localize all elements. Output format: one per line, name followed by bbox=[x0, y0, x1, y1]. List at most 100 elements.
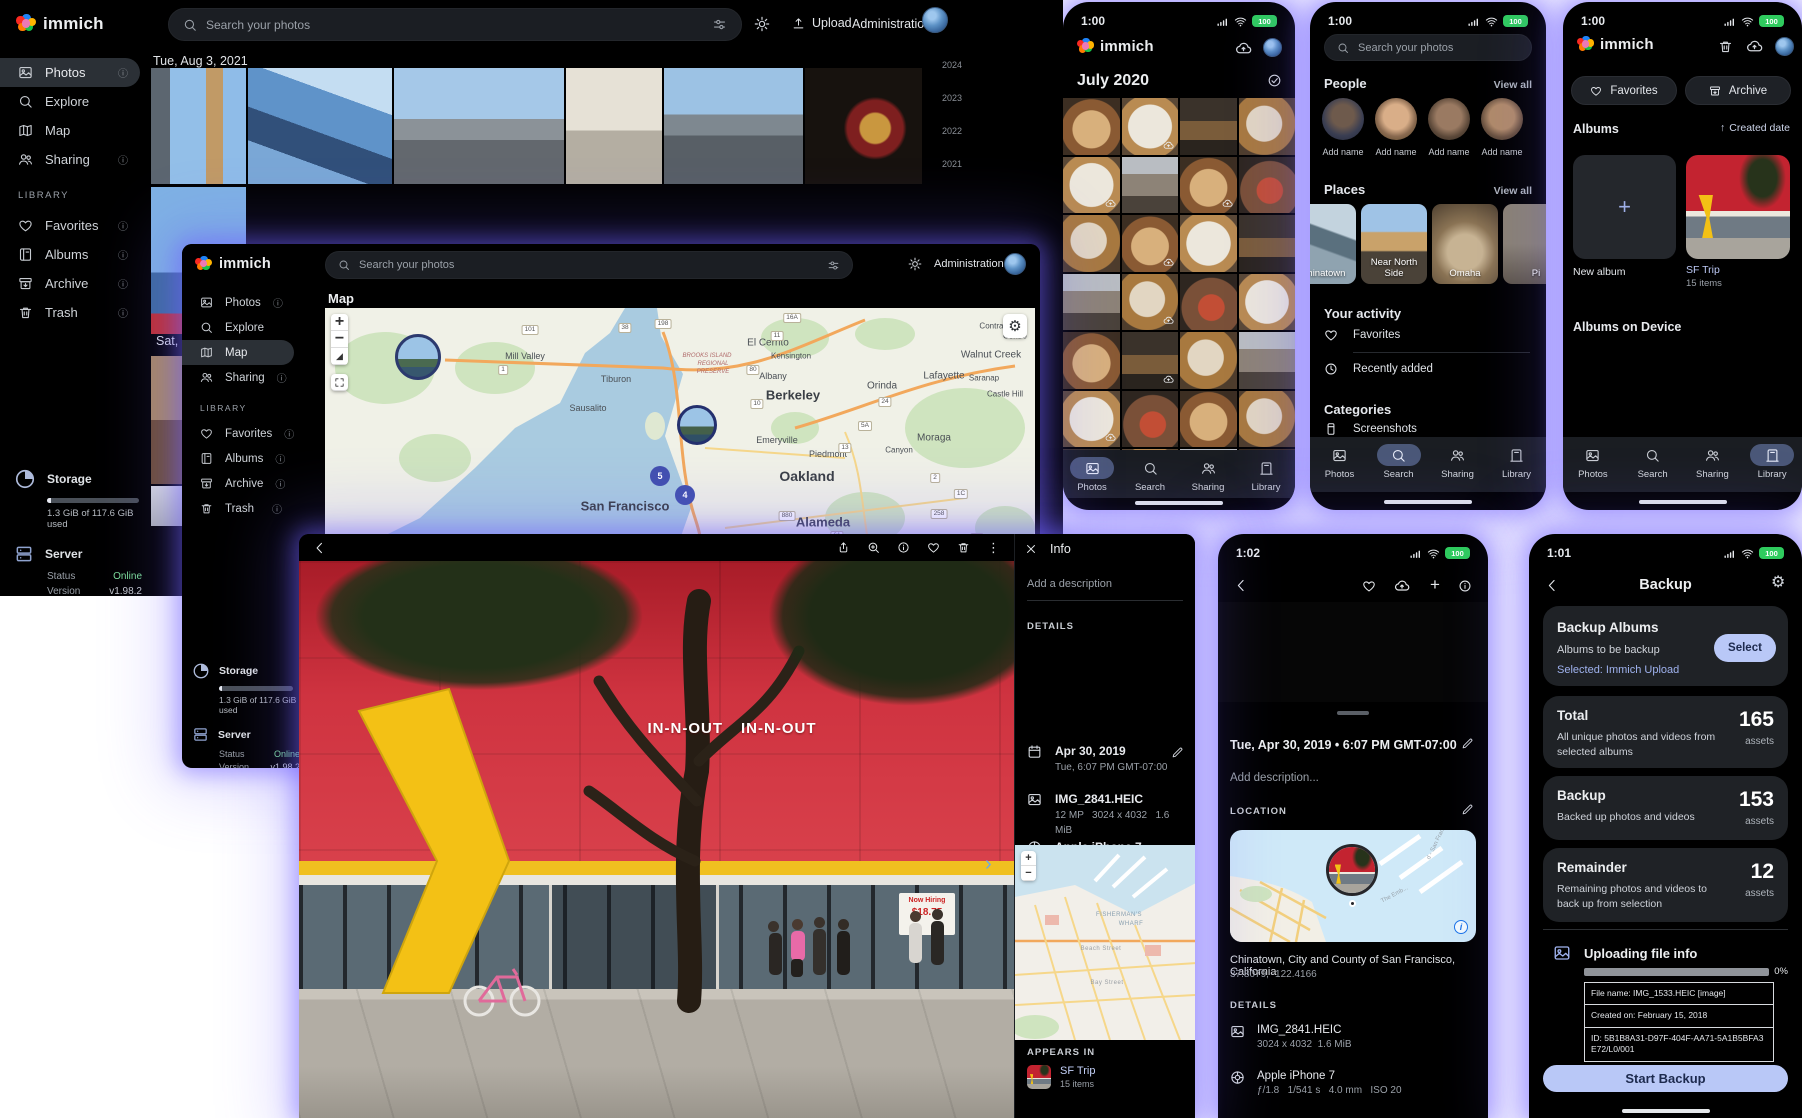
places-view-all-link[interactable]: View all bbox=[1494, 185, 1532, 197]
info-icon[interactable]: ⓘ bbox=[118, 65, 128, 80]
photo-thumbnail[interactable] bbox=[1063, 332, 1120, 389]
map-cluster-marker[interactable]: 4 bbox=[675, 485, 695, 505]
nav-item-library[interactable]: Library bbox=[1237, 450, 1295, 498]
photo-thumbnail[interactable] bbox=[1063, 274, 1120, 331]
photo-thumbnail[interactable] bbox=[1180, 391, 1237, 448]
person[interactable]: Add name bbox=[1375, 98, 1417, 157]
photo-thumbnail[interactable] bbox=[1239, 215, 1296, 272]
photo-thumbnail[interactable] bbox=[248, 68, 392, 184]
activity-recently-added[interactable]: Recently added bbox=[1324, 362, 1433, 376]
sheet-drag-handle[interactable] bbox=[1337, 711, 1369, 715]
info-icon[interactable]: ⓘ bbox=[284, 426, 294, 441]
user-avatar[interactable] bbox=[1775, 37, 1794, 56]
info-button[interactable] bbox=[897, 541, 910, 554]
nav-item-search[interactable]: Search bbox=[1369, 437, 1428, 492]
edit-button[interactable] bbox=[1171, 746, 1184, 759]
photo-thumbnail[interactable] bbox=[1239, 332, 1296, 389]
people-view-all-link[interactable]: View all bbox=[1494, 79, 1532, 91]
photo-thumbnail[interactable] bbox=[1180, 332, 1237, 389]
info-icon[interactable]: ⓘ bbox=[118, 276, 128, 291]
search-input[interactable]: Search your photos bbox=[325, 251, 853, 279]
nav-item-search[interactable]: Search bbox=[1121, 450, 1179, 498]
search-input[interactable]: Search your photos bbox=[1324, 34, 1532, 61]
add-to-album-button[interactable]: + bbox=[1430, 575, 1440, 595]
sidebar-item-explore[interactable]: Explore bbox=[182, 315, 294, 340]
home-indicator[interactable] bbox=[1135, 501, 1223, 505]
sidebar-item-map[interactable]: Map bbox=[0, 116, 140, 145]
settings-gear-icon[interactable]: ⚙ bbox=[1771, 575, 1785, 591]
nav-item-photos[interactable]: Photos bbox=[1063, 450, 1121, 498]
map-zoom-in-button[interactable]: + bbox=[331, 314, 348, 331]
photo-thumbnail[interactable] bbox=[1180, 98, 1237, 155]
sidebar-item-explore[interactable]: Explore bbox=[0, 87, 140, 116]
info-icon[interactable]: ⓘ bbox=[118, 247, 128, 262]
map-zoom-controls[interactable]: + − bbox=[1021, 851, 1036, 881]
photo-map-marker[interactable] bbox=[1326, 844, 1378, 896]
map-settings-button[interactable]: ⚙ bbox=[1003, 314, 1027, 338]
person[interactable]: Add name bbox=[1481, 98, 1523, 157]
photo-thumbnail[interactable] bbox=[1122, 274, 1179, 331]
add-name-label[interactable]: Add name bbox=[1481, 147, 1523, 157]
info-icon[interactable]: ⓘ bbox=[272, 501, 282, 516]
sidebar-item-albums[interactable]: Albumsⓘ bbox=[182, 446, 294, 471]
activity-favorites[interactable]: Favorites bbox=[1324, 328, 1400, 342]
sidebar-item-photos[interactable]: Photosⓘ bbox=[182, 290, 294, 315]
photo-preview[interactable] bbox=[1218, 602, 1488, 702]
close-info-button[interactable] bbox=[1025, 543, 1037, 555]
info-icon[interactable]: ⓘ bbox=[277, 370, 287, 385]
nav-item-photos[interactable]: Photos bbox=[1563, 437, 1623, 492]
back-button[interactable] bbox=[313, 541, 327, 555]
add-name-label[interactable]: Add name bbox=[1428, 147, 1470, 157]
photo-thumbnail[interactable] bbox=[151, 68, 246, 184]
more-options-icon[interactable]: ⋮ bbox=[987, 541, 1000, 554]
photo-thumbnail[interactable] bbox=[1063, 98, 1120, 155]
place-tile-pi[interactable]: Pi bbox=[1503, 204, 1546, 284]
select-albums-button[interactable]: Select bbox=[1714, 634, 1776, 662]
sidebar-item-archive[interactable]: Archiveⓘ bbox=[182, 471, 294, 496]
description-input[interactable]: Add description... bbox=[1230, 772, 1319, 784]
sidebar-item-trash[interactable]: Trashⓘ bbox=[182, 496, 294, 521]
location-map[interactable]: FISHERMAN'SWHARFBeach StreetBay Street +… bbox=[1015, 845, 1195, 1040]
favorite-button[interactable] bbox=[927, 541, 940, 554]
info-icon[interactable]: ⓘ bbox=[275, 451, 285, 466]
map-zoom-in-button[interactable]: + bbox=[1021, 851, 1036, 866]
map-zoom-out-button[interactable]: − bbox=[1021, 866, 1036, 881]
sidebar-item-photos[interactable]: Photosⓘ bbox=[0, 58, 140, 87]
next-photo-chevron[interactable]: › bbox=[985, 853, 992, 876]
info-icon[interactable]: ⓘ bbox=[118, 218, 128, 233]
map-compass-button[interactable]: ◢ bbox=[331, 348, 348, 365]
nav-item-search[interactable]: Search bbox=[1623, 437, 1683, 492]
home-indicator[interactable] bbox=[1384, 500, 1472, 504]
archive-button[interactable]: Archive bbox=[1685, 76, 1791, 105]
edit-date-button[interactable] bbox=[1461, 737, 1474, 750]
backup-cloud-icon[interactable] bbox=[1746, 38, 1763, 55]
home-indicator[interactable] bbox=[1622, 1109, 1710, 1113]
map-photo-marker[interactable] bbox=[677, 405, 717, 445]
nav-item-library[interactable]: Library bbox=[1742, 437, 1802, 492]
photo-in-n-out[interactable]: IN-N-OUT IN-N-OUT Now Hiring $18.75 bbox=[299, 561, 1014, 1118]
face-thumbnail[interactable] bbox=[1428, 98, 1470, 140]
administration-link[interactable]: Administration bbox=[852, 17, 931, 31]
photo-thumbnail[interactable] bbox=[1180, 215, 1237, 272]
category-screenshots[interactable]: Screenshots bbox=[1324, 422, 1417, 436]
favorites-button[interactable]: Favorites bbox=[1571, 76, 1677, 105]
immich-logo[interactable]: immich bbox=[16, 14, 104, 34]
theme-toggle-button[interactable] bbox=[754, 16, 770, 32]
info-icon[interactable]: ⓘ bbox=[275, 476, 285, 491]
search-input[interactable]: Search your photos bbox=[168, 8, 742, 41]
sidebar-item-map[interactable]: Map bbox=[182, 340, 294, 365]
upload-button[interactable]: Upload bbox=[792, 16, 852, 30]
map-zoom-controls[interactable]: + − ◢ bbox=[331, 314, 348, 365]
select-month-button[interactable] bbox=[1267, 73, 1282, 88]
photo-thumbnail[interactable] bbox=[1063, 391, 1120, 448]
album-link[interactable]: SF Trip 15 items bbox=[1027, 1065, 1095, 1089]
place-tile-omaha[interactable]: Omaha bbox=[1432, 204, 1498, 284]
new-album-button[interactable]: + bbox=[1573, 155, 1676, 259]
photo-thumbnail[interactable] bbox=[566, 68, 662, 184]
info-button[interactable] bbox=[1458, 579, 1472, 593]
face-thumbnail[interactable] bbox=[1375, 98, 1417, 140]
search-filters-icon[interactable] bbox=[712, 17, 727, 32]
share-button[interactable] bbox=[837, 541, 850, 554]
album-sf-trip-tile[interactable] bbox=[1686, 155, 1790, 259]
info-icon[interactable]: ⓘ bbox=[118, 305, 128, 320]
